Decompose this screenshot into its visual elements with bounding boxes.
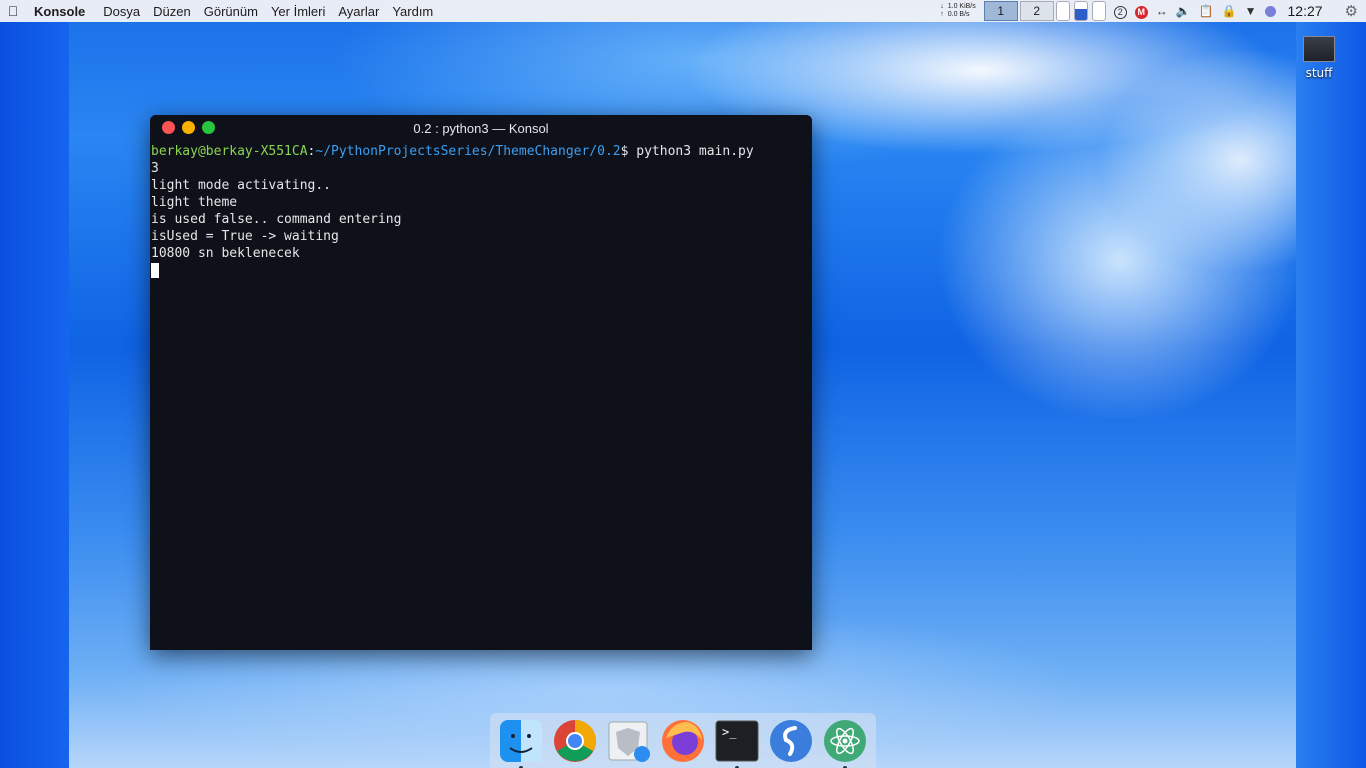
simplenote-icon xyxy=(770,719,812,762)
wallpaper-edge-right xyxy=(1296,0,1366,768)
apple-menu-icon[interactable]:  xyxy=(2,3,24,19)
top-menu-bar:  Konsole Dosya Düzen Görünüm Yer İmleri… xyxy=(0,0,1366,22)
upload-arrow-icon: ↑ xyxy=(940,11,944,18)
desktop-icon-label: stuff xyxy=(1305,66,1333,80)
settings-gear-icon[interactable]: ⚙ xyxy=(1345,2,1358,20)
kde-connect-icon[interactable]: ↔ xyxy=(1156,4,1168,18)
dock-terminal[interactable]: >_ xyxy=(712,716,762,768)
window-titlebar[interactable]: 0.2 : python3 — Konsol xyxy=(150,115,812,141)
pager-slot-3[interactable] xyxy=(1091,1,1106,21)
output-line: light theme xyxy=(151,195,238,210)
output-line: 3 xyxy=(151,161,159,176)
mega-sync-icon[interactable]: M xyxy=(1134,4,1148,19)
menu-yer-imleri[interactable]: Yer İmleri xyxy=(271,4,325,19)
download-arrow-icon: ↓ xyxy=(940,3,944,10)
dock-atom[interactable] xyxy=(820,716,870,768)
virtual-desktop-1[interactable]: 1 xyxy=(983,1,1018,21)
dock-simplenote[interactable] xyxy=(766,716,816,766)
output-line: 10800 sn beklenecek xyxy=(151,246,300,261)
dock-firefox[interactable] xyxy=(658,716,708,766)
text-cursor xyxy=(151,263,159,278)
system-tray: ↓ 1.0 KiB/s ↑ 0.0 B/s 1 2 2 M ↔ 🔈 📋 🔒 ▼ 12… xyxy=(940,0,1366,22)
notifications-badge[interactable]: 2 xyxy=(1113,4,1127,19)
pager-slot-1[interactable] xyxy=(1055,1,1070,21)
menu-ayarlar[interactable]: Ayarlar xyxy=(338,4,379,19)
brave-icon xyxy=(608,721,650,762)
user-avatar[interactable] xyxy=(1264,5,1276,17)
net-up-speed: 0.0 B/s xyxy=(947,11,970,18)
dock-finder[interactable] xyxy=(496,716,546,768)
network-speed-widget[interactable]: ↓ 1.0 KiB/s ↑ 0.0 B/s xyxy=(940,3,976,19)
chrome-icon xyxy=(554,719,596,762)
output-line: is used false.. command entering xyxy=(151,212,402,227)
terminal-output[interactable]: berkay@berkay-X551CA:~/PythonProjectsSer… xyxy=(150,141,812,281)
cursor-line xyxy=(151,262,811,279)
menu-duzen[interactable]: Düzen xyxy=(153,4,191,19)
pager-slot-2[interactable] xyxy=(1073,1,1088,21)
menu-dosya[interactable]: Dosya xyxy=(103,4,140,19)
prompt-path: ~/PythonProjectsSeries/ThemeChanger/0.2 xyxy=(315,144,621,159)
prompt-line: berkay@berkay-X551CA:~/PythonProjectsSer… xyxy=(151,143,811,160)
atom-icon xyxy=(824,719,866,762)
dock-brave[interactable] xyxy=(604,716,654,766)
lock-icon[interactable]: 🔒 xyxy=(1222,4,1237,18)
menu-yardim[interactable]: Yardım xyxy=(392,4,433,19)
finder-icon xyxy=(500,719,542,762)
window-title: 0.2 : python3 — Konsol xyxy=(413,121,549,136)
dock-chrome[interactable] xyxy=(550,716,600,766)
volume-icon[interactable]: 🔈 xyxy=(1176,4,1191,18)
konsole-window[interactable]: 0.2 : python3 — Konsol berkay@berkay-X55… xyxy=(150,115,812,650)
net-down-speed: 1.0 KiB/s xyxy=(947,3,976,10)
svg-text:>_: >_ xyxy=(722,725,737,739)
dock: >_ xyxy=(490,713,876,768)
menu-gorunum[interactable]: Görünüm xyxy=(204,4,258,19)
folder-thumbnail-icon xyxy=(1303,36,1335,62)
firefox-icon xyxy=(662,719,704,762)
wallpaper-edge-left xyxy=(0,0,69,768)
prompt-user: berkay@berkay-X551CA xyxy=(151,144,308,159)
app-name-menu[interactable]: Konsole xyxy=(34,4,85,19)
tray-expand-icon[interactable]: ▼ xyxy=(1245,4,1257,18)
desktop-icon-stuff[interactable]: stuff xyxy=(1300,36,1338,80)
virtual-desktop-2[interactable]: 2 xyxy=(1019,1,1054,21)
prompt-command: $ python3 main.py xyxy=(620,144,754,159)
clock[interactable]: 12:27 xyxy=(1288,3,1323,19)
terminal-icon: >_ xyxy=(715,720,759,761)
clipboard-icon[interactable]: 📋 xyxy=(1199,4,1214,18)
output-line: light mode activating.. xyxy=(151,178,332,193)
output-line: isUsed = True -> waiting xyxy=(151,229,339,244)
